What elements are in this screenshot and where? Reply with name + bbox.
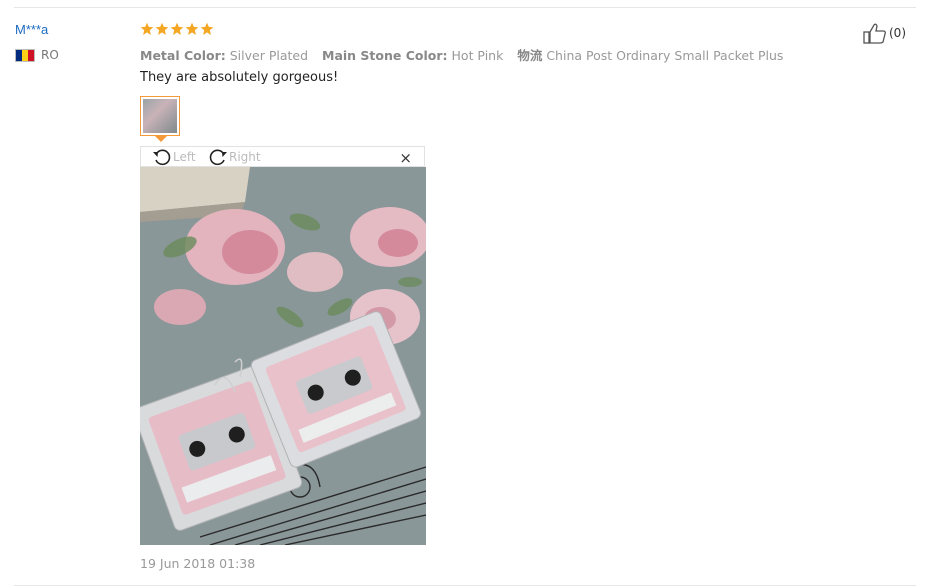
close-viewer-button[interactable]: × (399, 148, 412, 168)
rotate-left-button[interactable]: Left (151, 147, 196, 167)
review-date: 19 Jun 2018 01:38 (140, 556, 256, 571)
reviewer-country: RO (15, 48, 59, 62)
thumbnail-pointer (155, 136, 167, 142)
star-icon (155, 22, 169, 35)
reviewer-name[interactable]: M***a (15, 22, 48, 37)
rotate-left-label: Left (173, 150, 196, 164)
cassette-earrings-photo (140, 167, 426, 545)
attribute-metal-color: Metal Color: Silver Plated (140, 48, 309, 63)
thumbs-up-icon (863, 23, 886, 44)
star-icon (170, 22, 184, 35)
country-code: RO (41, 48, 59, 62)
rotate-left-icon (153, 149, 171, 166)
review-text: They are absolutely gorgeous! (140, 70, 339, 85)
product-attributes: Metal Color: Silver Plated Main Stone Co… (140, 45, 793, 64)
image-viewer-toolbar: Left Right × (140, 146, 425, 167)
star-icon (185, 22, 199, 35)
attribute-stone-color: Main Stone Color: Hot Pink (322, 48, 504, 63)
star-icon (200, 22, 214, 35)
top-divider (14, 7, 916, 8)
star-rating (140, 22, 214, 36)
bottom-divider (14, 585, 916, 586)
review-photo (140, 167, 426, 545)
romania-flag-icon (15, 48, 35, 62)
rotate-right-icon (209, 149, 227, 166)
review-photo-thumbnail[interactable] (140, 96, 180, 136)
star-icon (140, 22, 154, 35)
helpful-count: (0) (889, 26, 906, 40)
helpful-button[interactable]: (0) (863, 22, 906, 44)
rotate-right-button[interactable]: Right (207, 147, 261, 167)
rotate-right-label: Right (229, 150, 261, 164)
attribute-shipping: 物流 China Post Ordinary Small Packet Plus (517, 48, 784, 63)
